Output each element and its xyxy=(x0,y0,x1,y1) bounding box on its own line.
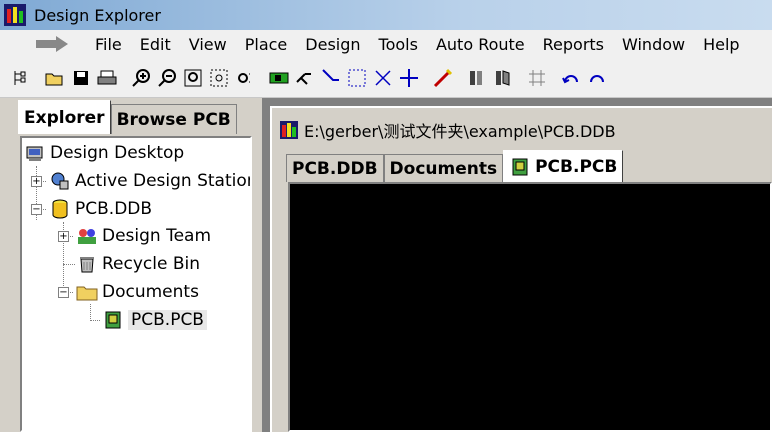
zoom-area-icon[interactable] xyxy=(208,67,230,89)
desktop-icon xyxy=(24,142,46,164)
zoom-out-icon[interactable] xyxy=(156,67,178,89)
tab-pcb-ddb[interactable]: PCB.DDB xyxy=(286,154,384,182)
recycle-bin-icon xyxy=(76,253,98,275)
window-title: Design Explorer xyxy=(34,5,161,25)
move-selection-icon[interactable] xyxy=(372,67,394,89)
collapse-toggle[interactable]: − xyxy=(31,204,42,215)
expand-toggle[interactable]: + xyxy=(31,176,42,187)
tree-item-pcb-ddb[interactable]: PCB.DDB xyxy=(49,196,152,222)
tab-pcb-pcb[interactable]: PCB.PCB xyxy=(503,150,624,182)
tree-item-label: PCB.PCB xyxy=(128,310,207,330)
menu-window[interactable]: Window xyxy=(613,35,694,54)
grid-icon[interactable] xyxy=(526,67,548,89)
menu-help[interactable]: Help xyxy=(694,35,748,54)
document-path: E:\gerber\测试文件夹\example\PCB.DDB xyxy=(304,122,616,141)
open-folder-icon[interactable] xyxy=(44,67,66,89)
library-browse-icon[interactable] xyxy=(492,67,514,89)
collapse-toggle[interactable]: − xyxy=(58,287,69,298)
app-logo-icon xyxy=(4,4,26,26)
zoom-select-icon[interactable] xyxy=(234,67,256,89)
folder-icon xyxy=(76,281,98,303)
tab-explorer[interactable]: Explorer xyxy=(18,100,111,134)
menu-arrow-icon[interactable] xyxy=(36,34,76,54)
tree-item-label: Design Desktop xyxy=(50,143,185,163)
menu-design[interactable]: Design xyxy=(296,35,369,54)
pen-icon[interactable] xyxy=(432,67,454,89)
tree-item-recycle-bin[interactable]: Recycle Bin xyxy=(76,251,200,277)
menu-view[interactable]: View xyxy=(180,35,236,54)
undo-icon[interactable] xyxy=(560,67,582,89)
menu-file[interactable]: File xyxy=(86,35,131,54)
expand-toggle[interactable]: + xyxy=(58,231,69,242)
document-window: E:\gerber\测试文件夹\example\PCB.DDB PCB.DDB … xyxy=(270,106,772,432)
line-icon[interactable] xyxy=(320,67,342,89)
pcb-document-icon xyxy=(509,156,531,178)
document-tabs: PCB.DDB Documents PCB.PCB xyxy=(286,150,624,182)
explorer-tabs: Explorer Browse PCB xyxy=(18,100,237,134)
tab-documents[interactable]: Documents xyxy=(383,154,504,182)
pcb-canvas[interactable] xyxy=(288,182,772,432)
tree-item-label: Design Team xyxy=(102,226,212,246)
route-icon[interactable] xyxy=(294,67,316,89)
toolbar xyxy=(0,58,772,98)
explorer-tree: Design Desktop + Active Design Stations … xyxy=(20,136,252,432)
tree-item-label: Documents xyxy=(102,282,199,302)
database-icon xyxy=(49,198,71,220)
library-icon[interactable] xyxy=(466,67,488,89)
menu-auto-route[interactable]: Auto Route xyxy=(427,35,534,54)
pcb-document-icon xyxy=(102,309,124,331)
document-title-bar[interactable]: E:\gerber\测试文件夹\example\PCB.DDB xyxy=(278,112,616,148)
crosshair-icon[interactable] xyxy=(398,67,420,89)
zoom-in-icon[interactable] xyxy=(130,67,152,89)
redo-icon[interactable] xyxy=(586,67,608,89)
tab-label: PCB.PCB xyxy=(535,156,618,177)
tree-item-label: Recycle Bin xyxy=(102,254,201,274)
tree-item-pcb-pcb[interactable]: PCB.PCB xyxy=(102,307,207,333)
tree-item-design-team[interactable]: Design Team xyxy=(76,223,211,249)
station-icon xyxy=(49,170,71,192)
tree-toggle-icon[interactable] xyxy=(10,67,32,89)
save-icon[interactable] xyxy=(70,67,92,89)
menu-bar: File Edit View Place Design Tools Auto R… xyxy=(0,30,772,58)
tree-item-design-desktop[interactable]: Design Desktop xyxy=(24,140,184,166)
menu-edit[interactable]: Edit xyxy=(131,35,180,54)
team-icon xyxy=(76,225,98,247)
tab-browse-pcb[interactable]: Browse PCB xyxy=(110,104,237,134)
title-bar[interactable]: Design Explorer xyxy=(0,0,772,30)
tree-item-active-design-stations[interactable]: Active Design Stations xyxy=(49,168,252,194)
tree-item-label: PCB.DDB xyxy=(75,199,153,219)
app-logo-icon xyxy=(278,119,300,141)
tree-item-label: Active Design Stations xyxy=(75,171,252,191)
zoom-fit-icon[interactable] xyxy=(182,67,204,89)
explorer-panel: Explorer Browse PCB Design Desktop + Act… xyxy=(12,100,256,432)
select-area-icon[interactable] xyxy=(346,67,368,89)
menu-reports[interactable]: Reports xyxy=(534,35,613,54)
menu-tools[interactable]: Tools xyxy=(370,35,427,54)
tree-item-documents[interactable]: Documents xyxy=(76,279,199,305)
print-icon[interactable] xyxy=(96,67,118,89)
menu-place[interactable]: Place xyxy=(236,35,297,54)
component-icon[interactable] xyxy=(268,67,290,89)
